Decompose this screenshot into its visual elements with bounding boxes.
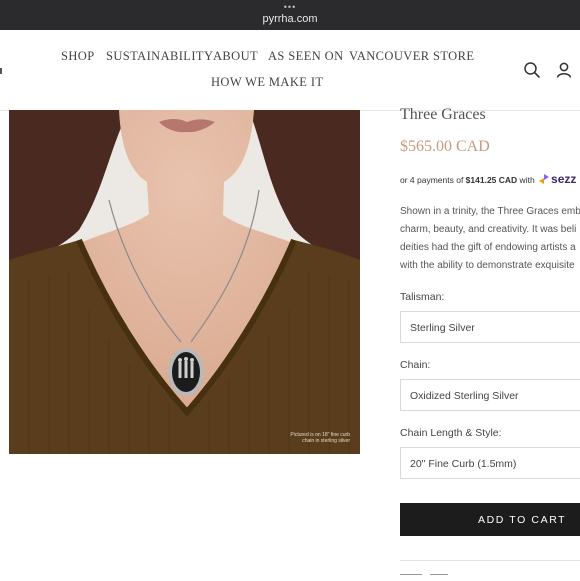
sezzle-brand: sezz: [551, 172, 577, 186]
chain-select[interactable]: Oxidized Sterling Silver: [400, 379, 580, 411]
add-to-cart-button[interactable]: ADD TO CART: [400, 503, 580, 536]
section-divider: [400, 560, 580, 561]
chain-length-label: Chain Length & Style:: [400, 427, 502, 439]
chain-length-select[interactable]: 20" Fine Curb (1.5mm): [400, 447, 580, 479]
nav-vancouver-store[interactable]: VANCOUVER STORE: [349, 49, 474, 64]
search-icon[interactable]: [523, 61, 541, 79]
installment-amount: $141.25 CAD: [465, 175, 518, 185]
image-caption: Pictured is on 18" fine curb chain in st…: [290, 432, 350, 444]
talisman-value: Sterling Silver: [410, 322, 475, 334]
model-photo: [9, 110, 360, 454]
nav-about[interactable]: ABOUT: [213, 49, 258, 64]
description-line: charm, beauty, and creativity. It was be…: [400, 224, 577, 235]
description-line: deities had the gift of endowing artists…: [400, 242, 576, 253]
browser-dots: •••: [283, 2, 297, 12]
account-icon[interactable]: [555, 61, 573, 79]
browser-bar: ••• pyrrha.com: [0, 0, 580, 30]
talisman-label: Talisman:: [400, 291, 445, 303]
chain-length-value: 20" Fine Curb (1.5mm): [410, 458, 517, 470]
site-header: SHOP SUSTAINABILITY ABOUT AS SEEN ON VAN…: [0, 30, 580, 111]
product-image[interactable]: Pictured is on 18" fine curb chain in st…: [9, 110, 360, 454]
installment-prefix: or 4 payments of: [400, 175, 466, 185]
sezzle-logo-icon: [539, 174, 550, 184]
url-text[interactable]: pyrrha.com: [0, 13, 580, 25]
nav-as-seen-on[interactable]: AS SEEN ON: [268, 49, 344, 64]
chain-value: Oxidized Sterling Silver: [410, 390, 519, 402]
product-price: $565.00 CAD: [400, 138, 490, 155]
installment-info[interactable]: or 4 payments of $141.25 CAD with sezz: [400, 172, 576, 186]
installment-with: with: [517, 175, 538, 185]
nav-how-we-make-it[interactable]: HOW WE MAKE IT: [211, 75, 323, 90]
nav-shop[interactable]: SHOP: [61, 49, 95, 64]
logo-fragment[interactable]: [0, 68, 2, 74]
nav-sustainability[interactable]: SUSTAINABILITY: [106, 49, 213, 64]
product-description: Shown in a trinity, the Three Graces emb…: [400, 203, 580, 275]
description-line: Shown in a trinity, the Three Graces emb: [400, 206, 580, 217]
product-title: Three Graces: [400, 106, 486, 123]
chain-label: Chain:: [400, 359, 431, 371]
description-line: with the ability to demonstrate exquisit…: [400, 260, 575, 271]
add-to-cart-label: ADD TO CART: [478, 514, 567, 526]
talisman-select[interactable]: Sterling Silver: [400, 311, 580, 343]
